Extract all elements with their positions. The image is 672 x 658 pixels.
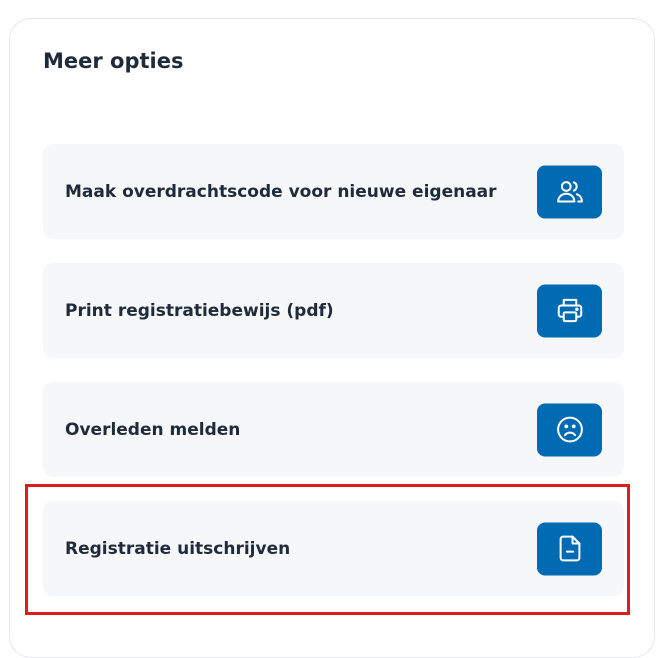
report-deceased-option[interactable]: Overleden melden	[43, 382, 624, 477]
print-button[interactable]	[537, 284, 602, 337]
file-minus-icon	[559, 535, 580, 562]
panel-title: Meer opties	[43, 49, 184, 73]
deregister-option[interactable]: Registratie uitschrijven	[43, 501, 624, 596]
transfer-code-button[interactable]	[537, 165, 602, 218]
option-label: Overleden melden	[65, 419, 241, 440]
more-options-panel: Meer opties Maak overdrachtscode voor ni…	[9, 18, 655, 658]
print-registration-option[interactable]: Print registratiebewijs (pdf)	[43, 263, 624, 358]
report-deceased-button[interactable]	[537, 403, 602, 456]
printer-icon	[557, 298, 582, 323]
sad-face-icon	[556, 416, 583, 443]
deregister-button[interactable]	[537, 522, 602, 575]
option-label: Print registratiebewijs (pdf)	[65, 300, 334, 321]
option-label: Maak overdrachtscode voor nieuwe eigenaa…	[65, 181, 497, 202]
users-icon	[556, 181, 583, 203]
option-label: Registratie uitschrijven	[65, 538, 291, 559]
transfer-code-option[interactable]: Maak overdrachtscode voor nieuwe eigenaa…	[43, 144, 624, 239]
